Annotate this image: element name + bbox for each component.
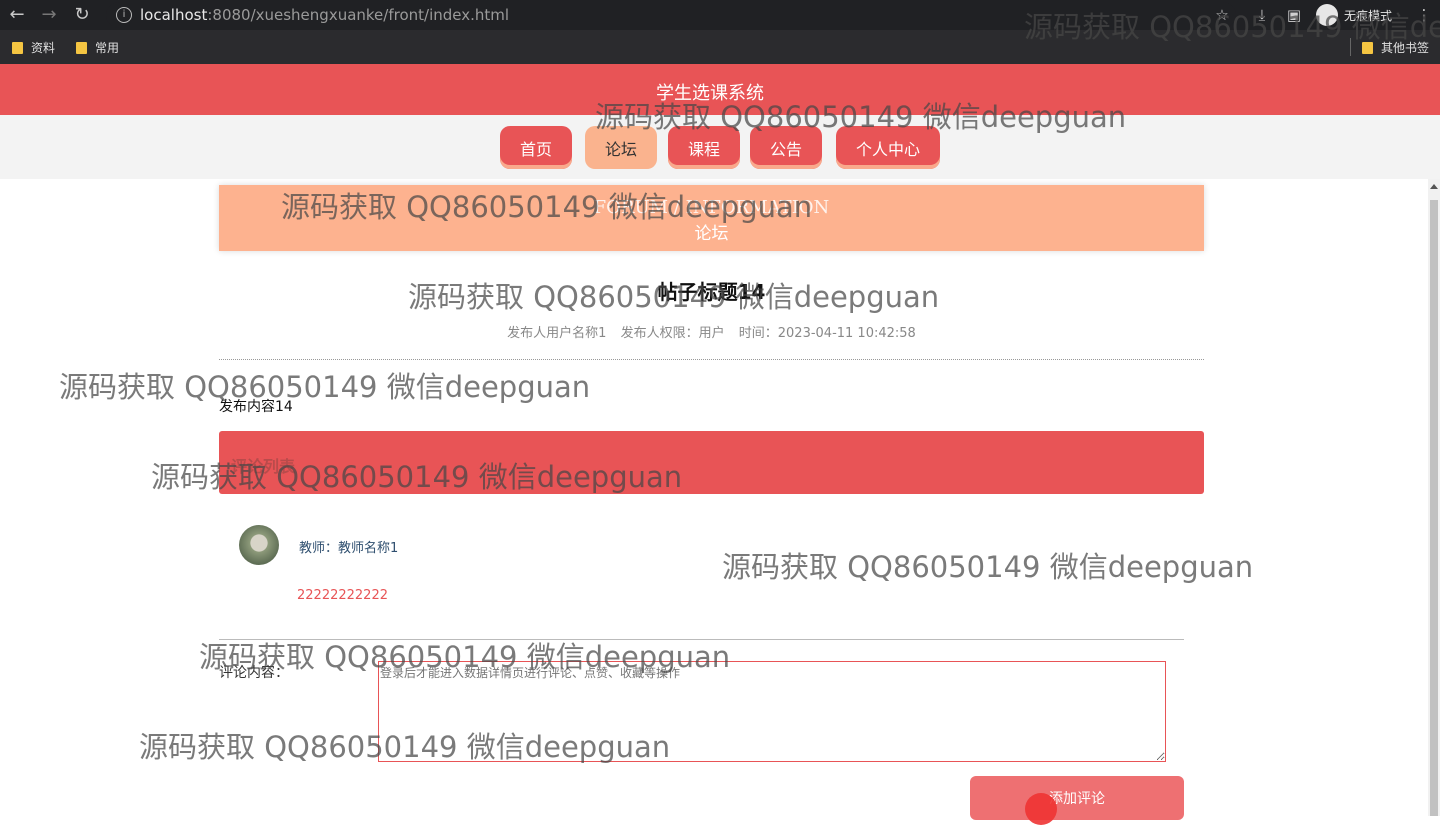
browser-toolbar: ← → ↻ i localhost:8080/xueshengxuanke/fr… [0,0,1440,30]
comment-form-label: 评论内容： [219,665,289,681]
bookmark-folder-changyong[interactable]: 常用 [76,39,119,56]
post-title: 帖子标题14 [657,280,766,304]
forward-icon[interactable]: → [38,4,60,26]
post-role: 发布人权限：用户 [620,326,725,341]
nav-profile[interactable]: 个人中心 [836,126,940,169]
folder-icon [12,42,23,54]
divider [219,639,1184,640]
sidepanel-icon[interactable]: ▣ [1284,5,1304,25]
banner-title: 论坛 [694,224,729,244]
add-comment-button[interactable]: 添加评论 [970,776,1184,820]
nav-home[interactable]: 首页 [500,126,572,169]
comment-list-title: 评论列表 [231,457,296,476]
bookmark-separator [1350,38,1351,56]
avatar [239,525,279,565]
watermark: 源码获取 QQ86050149 微信deepguan [722,550,1254,584]
watermark: 源码获取 QQ86050149 微信deepguan [59,370,591,404]
cursor-indicator [1025,793,1057,825]
incognito-icon[interactable] [1316,4,1338,26]
url-text: localhost:8080/xueshengxuanke/front/inde… [140,6,510,24]
post-author: 发布人用户名称1 [507,326,607,341]
nav-forum[interactable]: 论坛 [585,126,657,169]
bookmark-star-icon[interactable]: ☆ [1212,5,1232,25]
comment-input[interactable] [378,661,1166,762]
nav-notices[interactable]: 公告 [750,126,822,169]
comment-text: 22222222222 [297,588,388,603]
post-meta: 发布人用户名称1 发布人权限：用户 时间：2023-04-11 10:42:58 [219,322,1204,341]
scrollbar-thumb[interactable] [1430,200,1438,816]
banner-subtitle: FORUM / INFORMATION [593,197,830,218]
scroll-up-icon[interactable] [1430,184,1438,189]
reload-icon[interactable]: ↻ [71,4,93,26]
post-content: 发布内容14 [219,399,293,415]
folder-icon [1362,42,1373,54]
bookmark-folder-other[interactable]: 其他书签 [1362,39,1429,56]
download-icon[interactable]: ⤓ [1252,5,1272,25]
address-bar[interactable]: i localhost:8080/xueshengxuanke/front/in… [106,2,1236,28]
post-time: 时间：2023-04-11 10:42:58 [738,326,916,341]
section-banner: FORUM / INFORMATION 论坛 [219,185,1204,251]
incognito-label: 无痕模式 [1344,9,1393,23]
comment-list-header: 评论列表 [219,431,1204,494]
divider [219,359,1204,360]
comment-author: 教师：教师名称1 [299,541,399,556]
bookmark-folder-ziliao[interactable]: 资料 [12,39,55,56]
folder-icon [76,42,87,54]
back-icon[interactable]: ← [6,4,28,26]
site-info-icon[interactable]: i [116,7,132,23]
site-title: 学生选课系统 [656,83,764,104]
bookmarks-bar: 资料 常用 其他书签 [0,30,1440,64]
nav-courses[interactable]: 课程 [668,126,740,169]
menu-icon[interactable]: ⋮ [1414,5,1434,25]
